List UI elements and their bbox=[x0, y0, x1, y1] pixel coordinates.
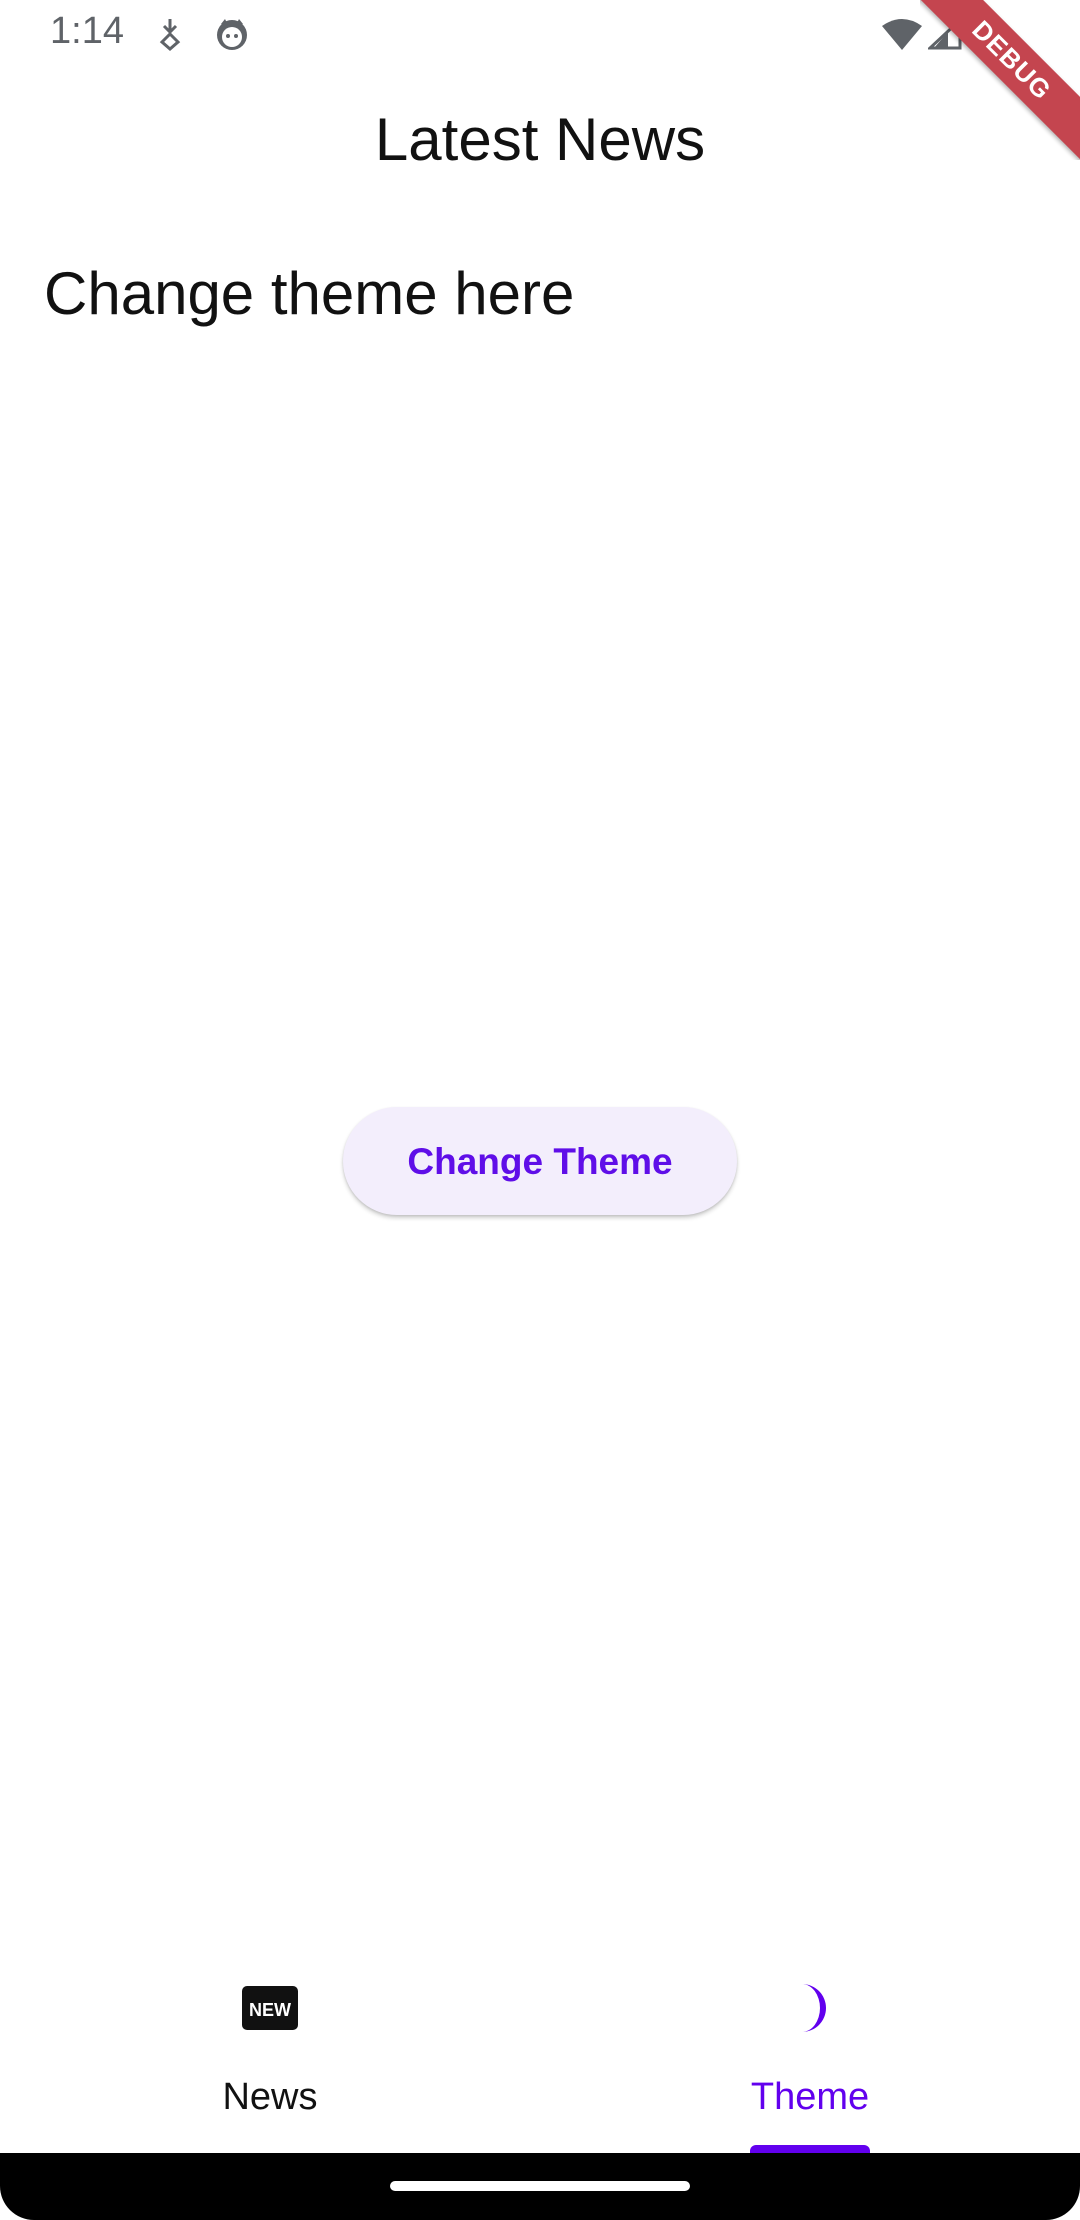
system-gesture-bar bbox=[0, 2153, 1080, 2220]
home-gesture-handle[interactable] bbox=[390, 2181, 690, 2191]
status-time: 1:14 bbox=[50, 10, 124, 52]
nav-label-news: News bbox=[222, 2076, 318, 2118]
wifi-icon bbox=[882, 16, 922, 52]
body-heading: Change theme here bbox=[44, 260, 575, 327]
cell-signal-icon bbox=[928, 16, 962, 52]
status-bar: 1:14 bbox=[0, 0, 1080, 68]
moon-icon bbox=[780, 1980, 840, 2036]
app-screen: 1:14 DEBUG Latest News Change theme here… bbox=[0, 0, 1080, 2220]
new-badge-icon: NEW bbox=[240, 1980, 300, 2036]
download-arrow-icon bbox=[152, 16, 188, 52]
change-theme-button[interactable]: Change Theme bbox=[343, 1107, 737, 1215]
nav-label-theme: Theme bbox=[750, 2076, 870, 2118]
page-title: Latest News bbox=[374, 106, 706, 173]
bottom-navigation: NEW News Theme bbox=[0, 1950, 1080, 2157]
nav-item-news[interactable]: NEW News bbox=[0, 1950, 540, 2153]
cat-face-icon bbox=[214, 16, 250, 52]
new-badge-text: NEW bbox=[249, 2000, 291, 2020]
nav-item-theme[interactable]: Theme bbox=[540, 1950, 1080, 2157]
